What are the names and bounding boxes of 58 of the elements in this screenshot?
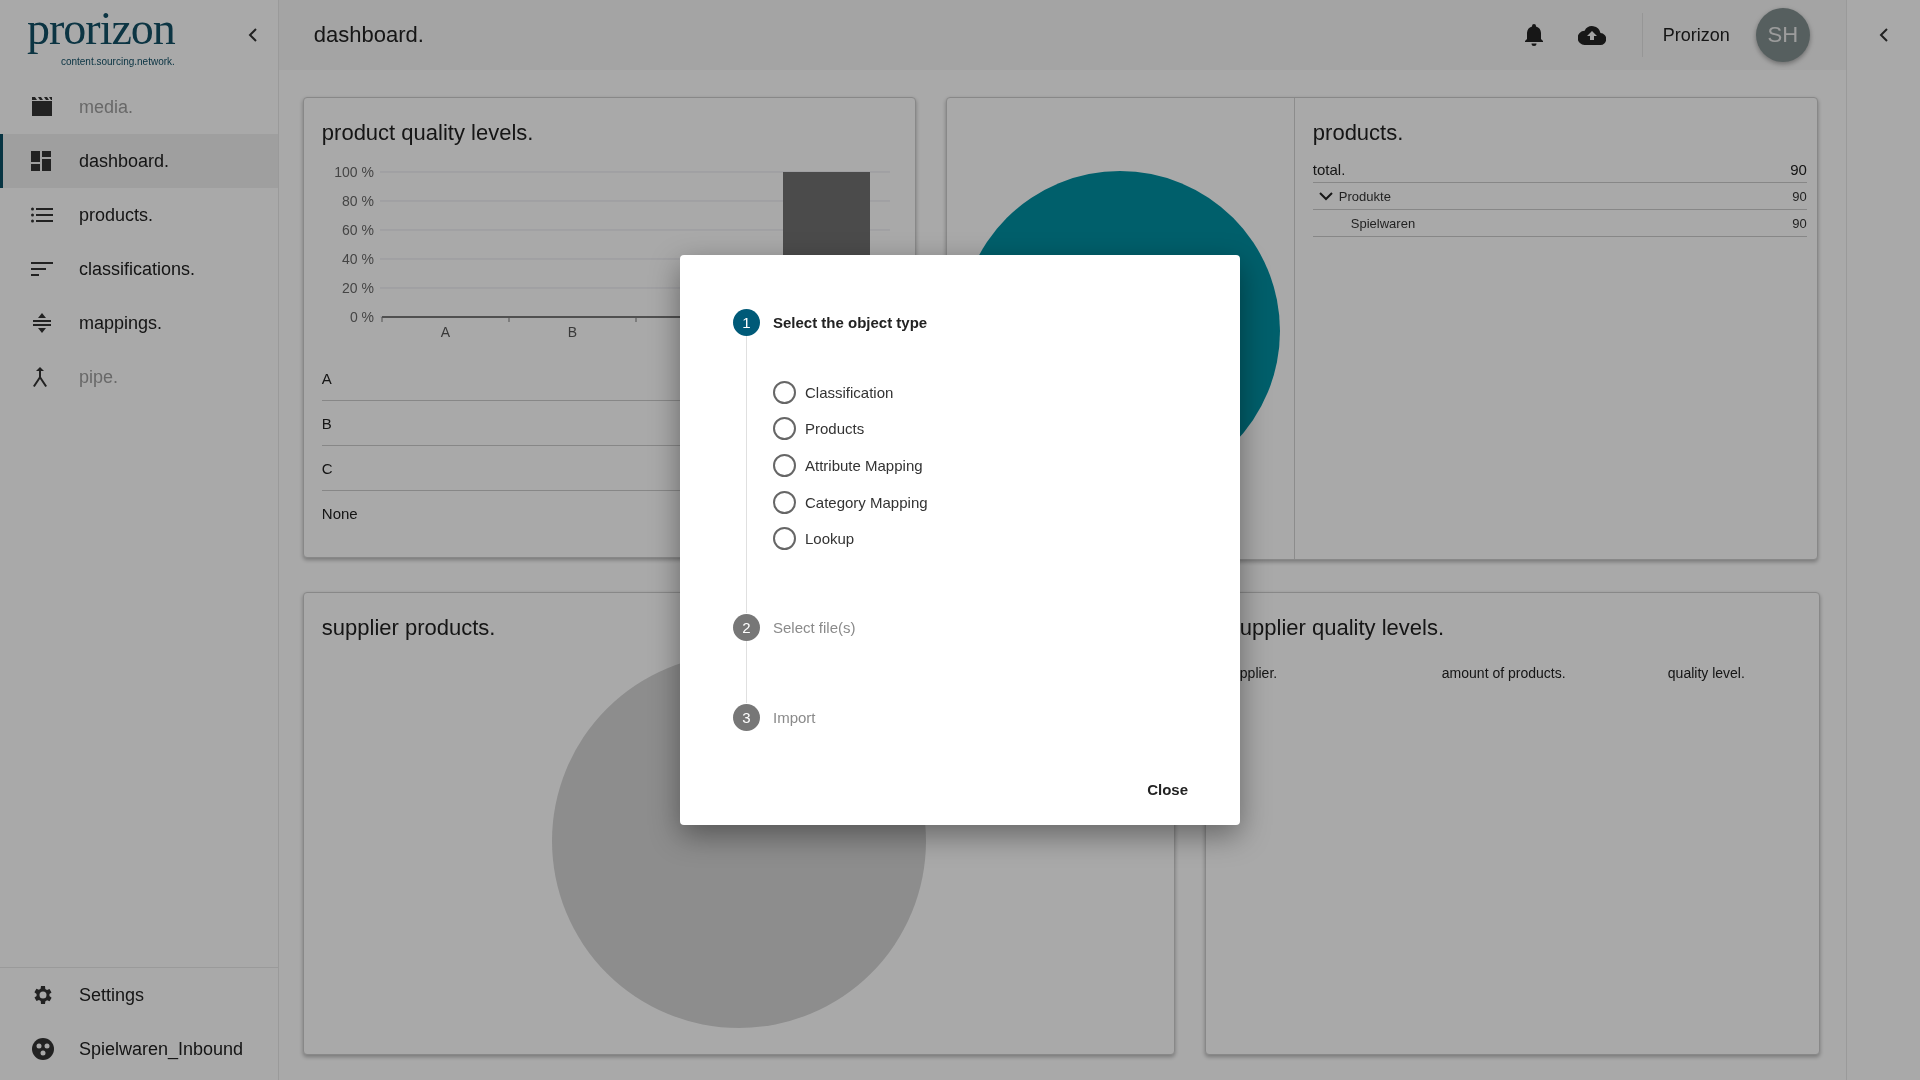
dashboard-icon xyxy=(31,151,51,171)
chevron-down-icon[interactable] xyxy=(1318,191,1333,201)
bell-icon xyxy=(1523,24,1544,46)
total-count: 90 xyxy=(1790,160,1807,178)
card-title: product quality levels. xyxy=(321,120,534,146)
merge-icon xyxy=(31,366,49,388)
nav-item[interactable]: dashboard. xyxy=(0,134,278,188)
nav-item[interactable]: products. xyxy=(0,188,278,242)
logo-tagline: content.sourcing.network. xyxy=(60,55,175,67)
radio-option[interactable]: Category Mapping xyxy=(773,483,928,521)
radio-option[interactable]: Classification xyxy=(773,374,894,411)
tree-item-count: 90 xyxy=(1792,215,1807,231)
radio-option[interactable]: Attribute Mapping xyxy=(773,447,923,484)
nav-item[interactable]: mappings. xyxy=(0,296,278,350)
legend-label: A xyxy=(321,369,332,387)
page-title: dashboard. xyxy=(313,22,425,48)
legend-label: C xyxy=(321,459,333,477)
axis-tick-label: 80 % xyxy=(341,193,374,209)
tree-item-count: 90 xyxy=(1792,188,1807,204)
radio-option[interactable]: Products xyxy=(773,410,865,448)
total-label: total. xyxy=(1312,160,1346,178)
clapperboard-icon xyxy=(31,97,53,117)
logo-wordmark: prorizon xyxy=(27,3,175,54)
tree-item-label[interactable]: Spielwaren xyxy=(1350,215,1416,231)
card-title: upplier quality levels. xyxy=(1239,615,1445,641)
sort-arrows-icon xyxy=(31,312,53,334)
list-icon xyxy=(31,207,53,223)
step-label[interactable]: Select file(s) xyxy=(773,618,856,636)
category-label: B xyxy=(567,324,577,340)
step-number: 2 xyxy=(733,613,760,641)
nav-item[interactable]: classifications. xyxy=(0,242,278,296)
group-icon xyxy=(31,1037,55,1061)
chevron-left-icon xyxy=(1878,28,1889,42)
column-header: quality level. xyxy=(1667,665,1746,681)
category-label: A xyxy=(440,324,450,340)
axis-tick-label: 0 % xyxy=(349,309,374,325)
close-button[interactable]: Close xyxy=(1139,773,1196,806)
radio-option[interactable]: Lookup xyxy=(773,520,855,557)
step-number: 1 xyxy=(733,308,760,336)
axis-tick-label: 40 % xyxy=(341,251,374,267)
step-label[interactable]: Select the object type xyxy=(773,313,928,331)
card-title: products. xyxy=(1312,120,1404,146)
cloud-upload-icon xyxy=(1577,25,1606,45)
card-title: supplier products. xyxy=(321,615,496,641)
column-header: amount of products. xyxy=(1441,665,1567,681)
axis-tick-label: 60 % xyxy=(341,222,374,238)
chevron-left-icon xyxy=(247,28,258,42)
axis-tick-label: 20 % xyxy=(341,280,374,296)
user-name: Prorizon xyxy=(1662,24,1730,46)
nav-item[interactable]: Settings xyxy=(0,968,278,1022)
step-number: 3 xyxy=(733,703,760,731)
axis-tick-label: 100 % xyxy=(334,164,374,180)
tree-item-label[interactable]: Produkte xyxy=(1338,188,1391,204)
legend-label: B xyxy=(321,414,332,432)
sort-lines-icon xyxy=(31,262,53,276)
column-header: pplier. xyxy=(1239,665,1279,681)
legend-label: None xyxy=(321,504,358,522)
nav-item[interactable]: Spielwaren_Inbound xyxy=(0,1022,278,1076)
